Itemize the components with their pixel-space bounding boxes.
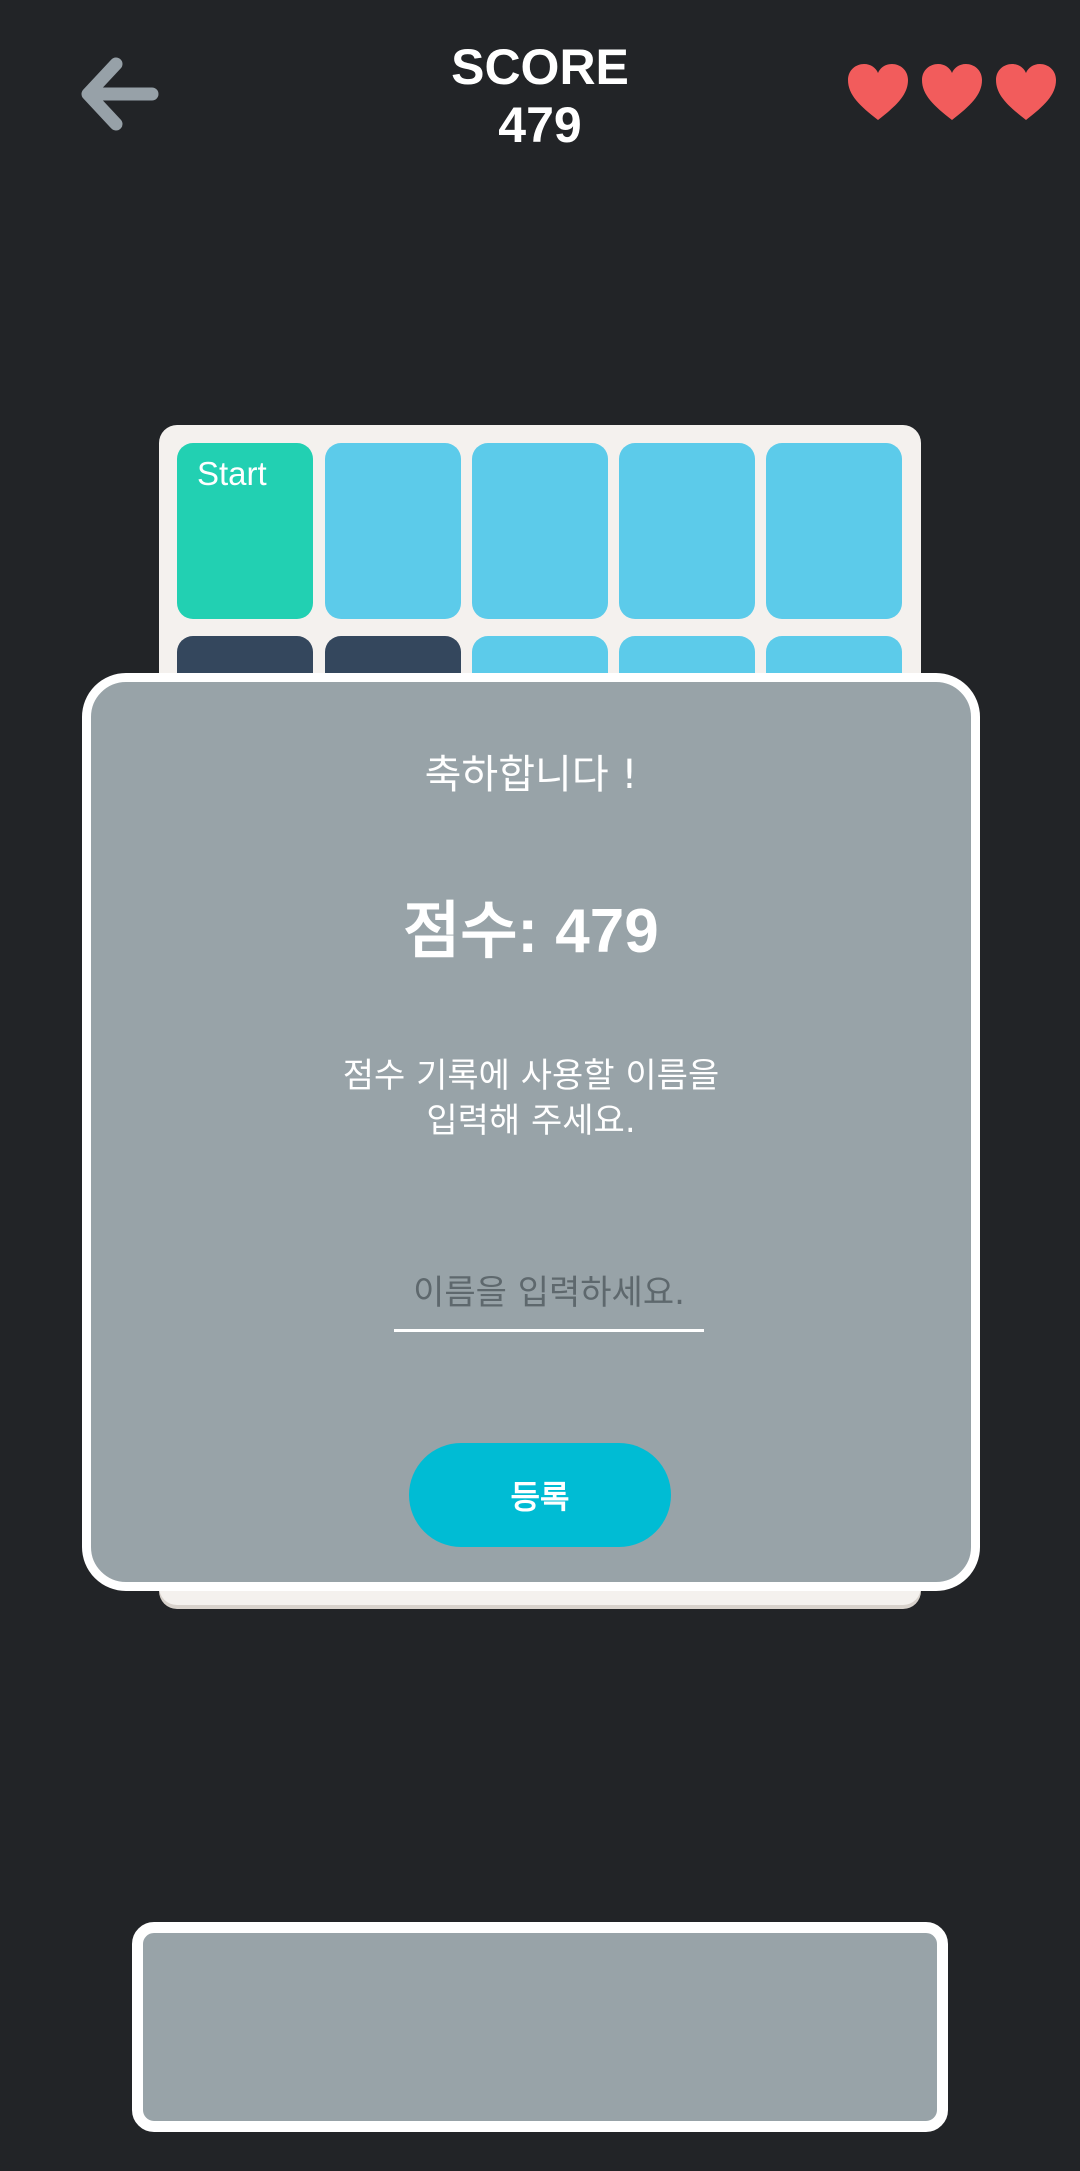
instruction-line-1: 점수 기록에 사용할 이름을 bbox=[342, 1056, 720, 1096]
dialog-instruction: 점수 기록에 사용할 이름을 입력해 주세요. bbox=[91, 1054, 971, 1144]
board-tile[interactable] bbox=[325, 443, 461, 619]
heart-icon bbox=[848, 64, 908, 120]
instruction-line-2: 입력해 주세요. bbox=[426, 1101, 636, 1141]
tile-start[interactable]: Start bbox=[177, 443, 313, 619]
board-tile[interactable] bbox=[472, 443, 608, 619]
board-tile[interactable] bbox=[766, 443, 902, 619]
board-tile[interactable] bbox=[619, 443, 755, 619]
heart-icon bbox=[922, 64, 982, 120]
dialog-title: 축하합니다 ! bbox=[424, 752, 638, 798]
name-input[interactable] bbox=[394, 1257, 704, 1332]
bottom-panel bbox=[132, 1922, 948, 2132]
start-label: Start bbox=[197, 455, 267, 492]
register-button[interactable]: 등록 bbox=[409, 1443, 671, 1547]
heart-icon bbox=[996, 64, 1056, 120]
game-screen: SCORE 479 Start 축하합니다 ! 점수: 479 점수 기록에 사… bbox=[0, 0, 1080, 2171]
lives-indicator bbox=[846, 62, 1058, 122]
result-dialog: 축하합니다 ! 점수: 479 점수 기록에 사용할 이름을 입력해 주세요. … bbox=[82, 673, 980, 1591]
final-score: 점수: 479 bbox=[403, 897, 659, 966]
